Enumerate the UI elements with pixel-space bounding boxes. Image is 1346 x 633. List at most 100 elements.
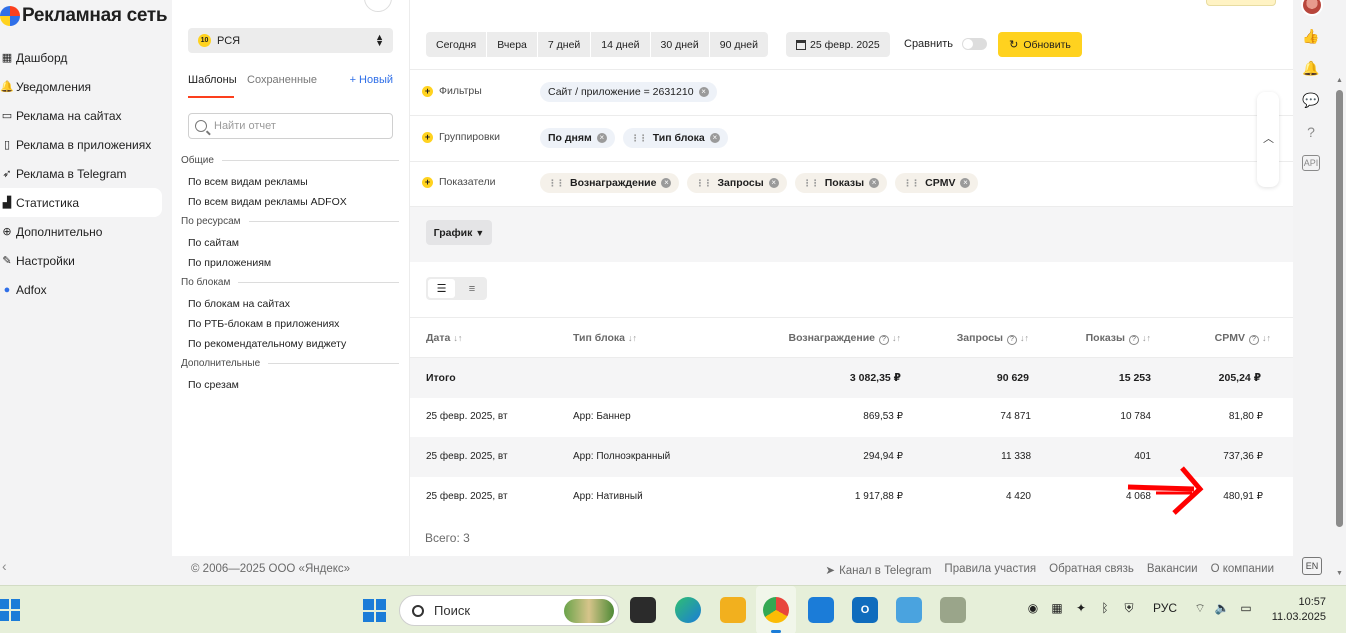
help-icon[interactable]: ? [1007, 335, 1017, 345]
sort-icon[interactable]: ↓↑ [892, 333, 901, 343]
thumbs-up-icon[interactable]: 👍 [1302, 27, 1320, 45]
column-header[interactable]: Вознаграждение? ↓↑ [789, 332, 901, 345]
brand-logo[interactable]: Рекламная сеть [0, 4, 168, 28]
language-switch[interactable]: EN [1302, 557, 1322, 575]
footer-link[interactable]: Вакансии [1147, 563, 1198, 577]
nav-item-5[interactable]: ▟ Статистика [0, 188, 162, 217]
column-header[interactable]: Показы? ↓↑ [1086, 332, 1151, 345]
sort-icon[interactable]: ↓↑ [1142, 333, 1151, 343]
report-template-item[interactable]: По рекомендательному виджету [188, 338, 346, 350]
filter-chip[interactable]: Сайт / приложение = 2631210 × [540, 82, 717, 102]
grouping-chip[interactable]: ⋮⋮ Тип блока × [622, 128, 728, 148]
chat-icon[interactable]: 💬 [1302, 91, 1320, 109]
explorer-icon[interactable] [720, 597, 746, 623]
tab-templates[interactable]: Шаблоны [188, 74, 237, 86]
report-template-item[interactable]: По приложениям [188, 257, 271, 269]
help-icon[interactable]: ? [1302, 123, 1320, 141]
groupings-add[interactable]: + Группировки [422, 131, 500, 143]
tree-view-icon[interactable]: ≡ [459, 279, 485, 298]
footer-link[interactable]: Обратная связь [1049, 563, 1134, 577]
round-action-button[interactable] [364, 0, 392, 12]
input-language[interactable]: РУС [1153, 601, 1177, 615]
chrome-icon[interactable] [763, 597, 789, 623]
top-action-button[interactable] [1206, 0, 1276, 6]
period-button[interactable]: 14 дней [591, 32, 651, 57]
period-button[interactable]: Сегодня [426, 32, 488, 57]
security-icon[interactable]: ⛨ [1121, 600, 1137, 616]
column-header[interactable]: CPMV? ↓↑ [1215, 332, 1271, 345]
period-button[interactable]: 90 дней [709, 32, 768, 57]
nav-item-1[interactable]: 🔔 Уведомления [0, 72, 172, 101]
drag-handle-icon[interactable]: ⋮⋮ [903, 178, 920, 189]
scroll-up-icon[interactable]: ▲ [1336, 77, 1343, 84]
drag-handle-icon[interactable]: ⋮⋮ [695, 178, 712, 189]
nav-item-7[interactable]: ✎ Настройки [0, 246, 172, 275]
start-icon[interactable] [363, 599, 386, 622]
report-template-item[interactable]: По блокам на сайтах [188, 298, 290, 310]
outlook-icon[interactable]: O [852, 597, 878, 623]
chart-toggle-button[interactable]: График ▼ [426, 220, 492, 245]
sort-icon[interactable]: ↓↑ [1262, 333, 1271, 343]
nav-item-2[interactable]: ▭ Реклама на сайтах [0, 101, 172, 130]
remove-chip-icon[interactable]: × [768, 178, 779, 188]
metrics-add[interactable]: + Показатели [422, 176, 496, 188]
product-select[interactable]: 10 РСЯ ▲ ▼ [188, 28, 393, 53]
collapse-nav-icon[interactable]: ‹ [2, 558, 7, 574]
footer-link[interactable]: ➤ Канал в Telegram [812, 563, 931, 577]
scrollbar[interactable]: ▲ ▼ [1333, 0, 1346, 585]
report-template-item[interactable]: По сайтам [188, 237, 239, 249]
remove-chip-icon[interactable]: × [661, 178, 672, 188]
column-header[interactable]: Запросы? ↓↑ [957, 332, 1029, 345]
sort-icon[interactable]: ↓↑ [628, 333, 637, 343]
filters-add[interactable]: + Фильтры [422, 85, 482, 97]
bell-icon[interactable]: 🔔 [1302, 59, 1320, 77]
date-picker-button[interactable]: 25 февр. 2025 [786, 32, 890, 57]
nav-item-8[interactable]: ● Adfox [0, 275, 172, 304]
footer-link[interactable]: О компании [1211, 563, 1274, 577]
remove-chip-icon[interactable]: × [698, 87, 709, 97]
collapse-filters-button[interactable]: ︿ [1257, 92, 1279, 187]
report-template-item[interactable]: По всем видам рекламы ADFOX [188, 196, 347, 208]
report-template-item[interactable]: По РТБ-блокам в приложениях [188, 318, 339, 330]
help-icon[interactable]: ? [1249, 335, 1259, 345]
app-tray-icon[interactable]: ▦ [1049, 600, 1065, 616]
api-icon[interactable]: API [1302, 155, 1320, 171]
remove-chip-icon[interactable]: × [960, 178, 971, 188]
scroll-thumb[interactable] [1336, 90, 1343, 527]
task-view-icon[interactable] [630, 597, 656, 623]
nav-item-3[interactable]: ▯ Реклама в приложениях [0, 130, 172, 159]
tab-saved[interactable]: Сохраненные [247, 74, 317, 86]
drag-handle-icon[interactable]: ⋮⋮ [803, 178, 820, 189]
new-template-link[interactable]: + Новый [350, 74, 393, 86]
sort-icon[interactable]: ↓↑ [1020, 333, 1029, 343]
battery-icon[interactable]: ▭ [1238, 600, 1254, 616]
wifi-icon[interactable]: ⌔ [1192, 600, 1208, 616]
scroll-down-icon[interactable]: ▼ [1336, 570, 1343, 577]
metric-chip[interactable]: ⋮⋮ Показы × [794, 173, 888, 193]
remove-chip-icon[interactable]: × [869, 178, 880, 188]
period-button[interactable]: Вчера [487, 32, 538, 57]
metric-chip[interactable]: ⋮⋮ CPMV × [895, 173, 979, 193]
control-panel-icon[interactable] [896, 597, 922, 623]
report-template-item[interactable]: По срезам [188, 379, 239, 391]
clock[interactable]: 10:57 11.03.2025 [1270, 595, 1326, 625]
avatar[interactable] [1301, 0, 1323, 16]
metric-chip[interactable]: ⋮⋮ Вознаграждение × [540, 173, 680, 193]
compare-toggle[interactable]: Сравнить [904, 38, 988, 50]
nav-item-4[interactable]: ➶ Реклама в Telegram [0, 159, 172, 188]
period-button[interactable]: 7 дней [537, 32, 592, 57]
drag-handle-icon[interactable]: ⋮⋮ [548, 178, 565, 189]
flat-view-icon[interactable]: ☰ [428, 279, 455, 298]
widgets-icon[interactable] [0, 599, 20, 621]
refresh-button[interactable]: ↻ Обновить [998, 32, 1082, 57]
gimp-icon[interactable] [940, 597, 966, 623]
column-header[interactable]: Тип блока ↓↑ [573, 332, 637, 344]
nav-item-0[interactable]: ▦ Дашборд [0, 43, 172, 72]
steam-icon[interactable]: ◉ [1025, 600, 1041, 616]
drag-handle-icon[interactable]: ⋮⋮ [631, 133, 648, 144]
nav-item-6[interactable]: ⊕ Дополнительно [0, 217, 172, 246]
period-button[interactable]: 30 дней [650, 32, 710, 57]
grouping-chip[interactable]: По дням × [540, 128, 615, 148]
column-header[interactable]: Дата ↓↑ [426, 332, 462, 344]
volume-icon[interactable]: 🔈 [1214, 600, 1230, 616]
